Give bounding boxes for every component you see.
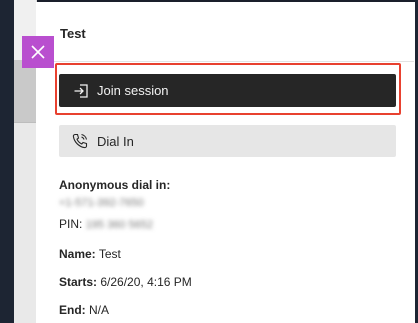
end-row: End: N/A <box>59 303 109 317</box>
background-band <box>14 60 36 122</box>
phone-icon <box>71 132 89 150</box>
name-row: Name: Test <box>59 247 121 261</box>
close-icon <box>31 45 45 59</box>
name-label: Name: <box>59 247 96 261</box>
starts-label: Starts: <box>59 275 98 289</box>
pin-row: PIN: 195 360 5652 <box>59 217 153 231</box>
pin-value: 195 360 5652 <box>85 219 153 231</box>
dial-in-button[interactable]: Dial In <box>59 125 396 157</box>
dial-in-label: Dial In <box>97 133 134 149</box>
starts-value: 6/26/20, 4:16 PM <box>100 275 192 289</box>
name-value: Test <box>98 247 121 261</box>
end-value: N/A <box>89 303 110 317</box>
starts-row: Starts: 6/26/20, 4:16 PM <box>59 275 192 289</box>
anonymous-dial-in-label: Anonymous dial in: <box>59 178 171 192</box>
background-left-strip <box>0 0 14 323</box>
join-session-button[interactable]: Join session <box>59 74 396 107</box>
close-button[interactable] <box>22 36 54 68</box>
panel-title: Test <box>60 26 86 41</box>
pin-label: PIN: <box>59 217 83 231</box>
phone-number: +1-571-392-7650 <box>59 197 144 209</box>
background-band-lower <box>14 123 36 323</box>
end-label: End: <box>59 303 86 317</box>
panel-header: Test <box>36 2 414 62</box>
sign-in-icon <box>73 83 89 99</box>
join-session-label: Join session <box>97 83 169 98</box>
